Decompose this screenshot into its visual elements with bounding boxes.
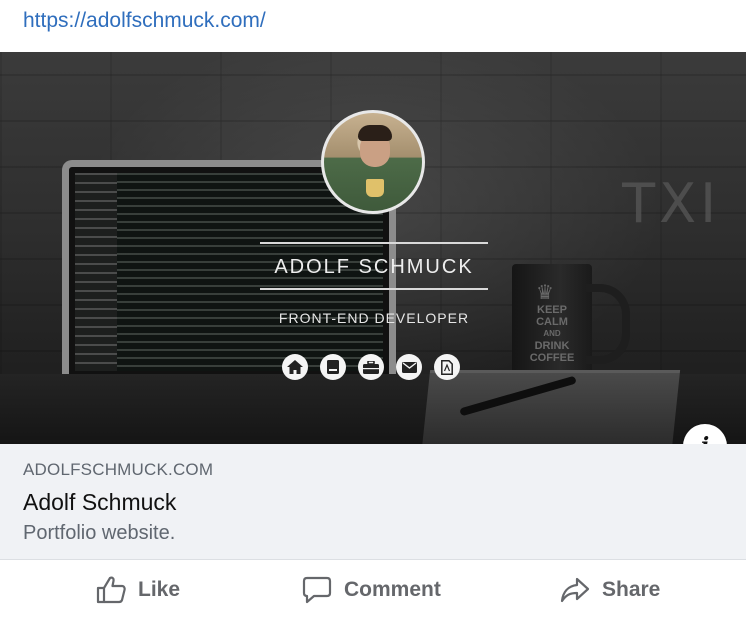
envelope-icon[interactable] <box>396 354 422 380</box>
mug-text-line: COFFEE <box>529 352 575 364</box>
share-button[interactable]: Share <box>560 561 660 619</box>
hero-role: FRONT-END DEVELOPER <box>278 310 470 326</box>
book-icon[interactable] <box>320 354 346 380</box>
avatar <box>321 110 425 214</box>
thumbs-up-icon <box>96 576 126 604</box>
mug-text-line: KEEP <box>537 304 567 316</box>
post-actions: Like Comment Share <box>0 561 746 619</box>
link-title[interactable]: Adolf Schmuck <box>23 489 176 516</box>
share-label: Share <box>602 578 661 601</box>
comment-label: Comment <box>344 578 441 601</box>
link-domain: ADOLFSCHMUCK.COM <box>23 460 214 479</box>
mug-text-line: DRINK <box>534 340 570 352</box>
home-icon[interactable] <box>282 354 308 380</box>
social-icons <box>282 354 460 380</box>
mug-handle <box>586 284 630 364</box>
mug-text: KEEP CALM AND DRINK COFFEE <box>512 304 592 364</box>
divider-bottom <box>260 288 488 290</box>
avatar-cup <box>366 179 384 197</box>
crown-icon: ♛ <box>536 282 554 304</box>
comment-button[interactable]: Comment <box>302 561 441 619</box>
like-button[interactable]: Like <box>96 561 180 619</box>
document-icon[interactable] <box>434 354 460 380</box>
url-row: https://adolfschmuck.com/ <box>0 0 746 52</box>
share-arrow-icon <box>560 577 590 603</box>
mug-text-line: CALM <box>536 316 568 328</box>
divider-top <box>260 242 488 244</box>
link-preview-image[interactable]: TXI ♛ KEEP CALM AND DRINK COFFEE ADOLF S… <box>0 52 746 444</box>
link-description: Portfolio website. <box>23 522 176 544</box>
code-sidebar <box>75 173 117 371</box>
speech-bubble-icon <box>302 576 332 604</box>
hero-name: ADOLF SCHMUCK <box>274 256 474 278</box>
mug-text-line: AND <box>543 329 561 338</box>
post-url-link[interactable]: https://adolfschmuck.com/ <box>23 9 266 33</box>
briefcase-icon[interactable] <box>358 354 384 380</box>
like-label: Like <box>138 578 181 601</box>
link-card[interactable]: ADOLFSCHMUCK.COM Adolf Schmuck Portfolio… <box>0 444 746 560</box>
avatar-hair <box>358 125 392 141</box>
wall-lettering: TXI <box>622 172 720 235</box>
